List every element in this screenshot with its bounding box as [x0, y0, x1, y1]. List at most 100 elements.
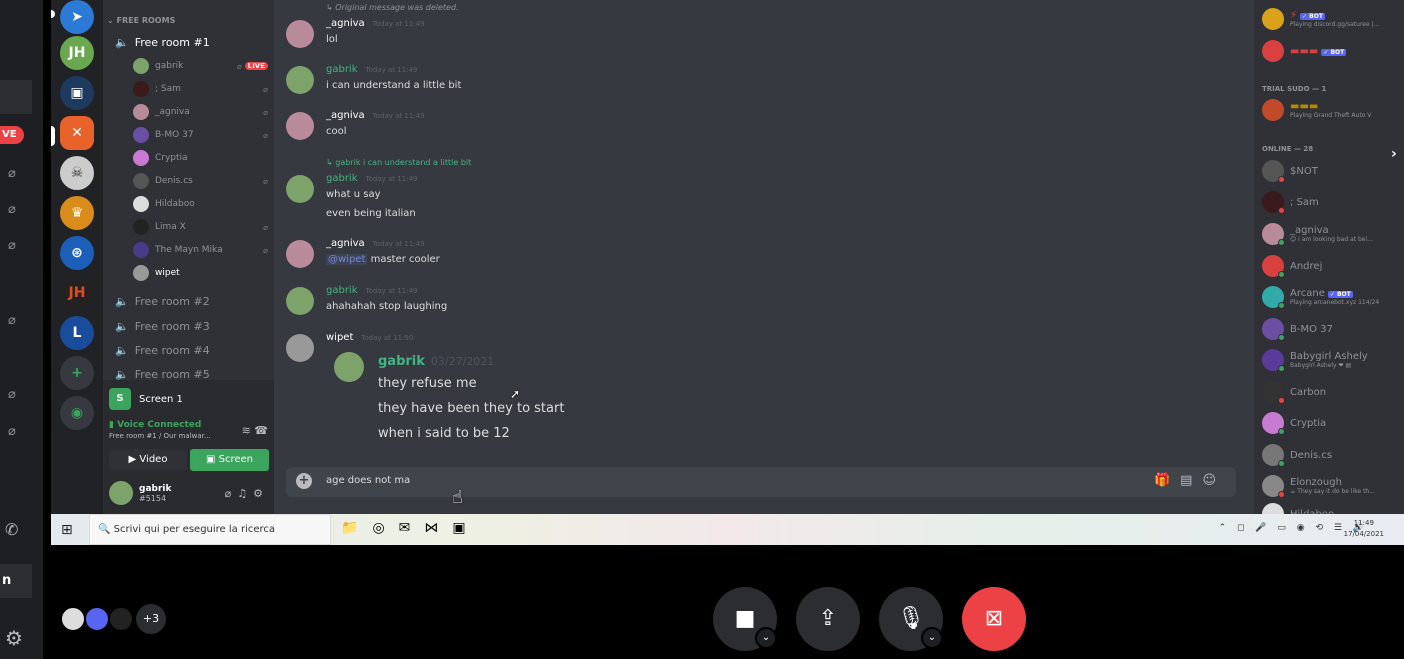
- server-pill-active: [51, 126, 55, 146]
- avatar: [1262, 381, 1285, 404]
- gear-icon[interactable]: ⚙: [5, 626, 23, 650]
- voice-user[interactable]: Lima X ⌀: [133, 218, 268, 236]
- more-participants[interactable]: +3: [136, 604, 166, 634]
- member-item[interactable]: Babygirl Ashely Babygirl Ashely ❤ ▤: [1262, 349, 1402, 372]
- add-attachment-icon[interactable]: +: [296, 473, 312, 489]
- member-item[interactable]: $NOT: [1262, 160, 1402, 183]
- member-item[interactable]: Andrej: [1262, 255, 1402, 278]
- gif-icon[interactable]: ▤: [1180, 473, 1202, 488]
- avatar[interactable]: [286, 66, 314, 94]
- author-name[interactable]: gabrik: [326, 285, 358, 296]
- member-item[interactable]: Carbon: [1262, 381, 1402, 404]
- server-icon[interactable]: L: [60, 316, 94, 350]
- server-icon[interactable]: JH: [60, 276, 94, 310]
- message-input[interactable]: + age does not ma 🎁▤☺: [286, 467, 1236, 497]
- user-mention[interactable]: @wipet: [326, 254, 368, 265]
- chevron-down-icon[interactable]: ⌄: [755, 627, 777, 649]
- chrome-icon[interactable]: ◎: [372, 520, 398, 536]
- chevron-down-icon[interactable]: ⌄: [921, 627, 943, 649]
- author-name[interactable]: gabrik: [326, 173, 358, 184]
- voice-user[interactable]: Denis.cs ⌀: [133, 172, 268, 190]
- message-input-text[interactable]: age does not ma: [326, 475, 410, 486]
- call-participants[interactable]: +3: [60, 604, 166, 634]
- app-icon[interactable]: ▣: [452, 520, 479, 536]
- server-icon[interactable]: ⊛: [60, 236, 94, 270]
- reply-preview[interactable]: ↳ gabrik i can understand a little bit: [326, 158, 471, 167]
- chevron-right-icon[interactable]: ›: [1391, 146, 1397, 162]
- disconnect-icon[interactable]: ☎: [254, 424, 268, 437]
- screen-button[interactable]: ▣ Screen: [190, 449, 269, 471]
- voice-controls[interactable]: ≋ ☎: [242, 424, 268, 437]
- embed-text: they refuse me: [378, 376, 477, 391]
- avatar[interactable]: [286, 112, 314, 140]
- screen-share-preview[interactable]: S Screen 1: [109, 388, 183, 410]
- voice-user[interactable]: ; Sam ⌀: [133, 80, 268, 98]
- voice-user[interactable]: gabrik ⌀ LIVE: [133, 57, 268, 75]
- member-item[interactable]: Elonzough ☕ They say it do be like th...: [1262, 475, 1402, 498]
- share-screen-button[interactable]: ⇪: [796, 587, 860, 651]
- taskbar-clock[interactable]: 11:49 17/04/2021: [1344, 518, 1384, 540]
- avatar[interactable]: [286, 175, 314, 203]
- explore-icon[interactable]: ◉: [60, 396, 94, 430]
- add-server-icon[interactable]: +: [60, 356, 94, 390]
- server-icon[interactable]: ✕: [60, 116, 94, 150]
- server-icon[interactable]: ☠: [60, 156, 94, 190]
- member-item[interactable]: ▬▬▬ ✓ BOT: [1262, 40, 1402, 62]
- gear-icon[interactable]: ⚙: [253, 487, 269, 500]
- sidebar-selected-item[interactable]: n: [0, 564, 32, 598]
- mic-icon[interactable]: ⌀: [225, 487, 238, 500]
- voice-user[interactable]: B-MO 37 ⌀: [133, 126, 268, 144]
- author-name[interactable]: _agniva: [326, 18, 365, 29]
- avatar[interactable]: [286, 20, 314, 48]
- mail-icon[interactable]: ✉: [399, 520, 425, 536]
- windows-start-icon[interactable]: ⊞: [61, 522, 73, 538]
- visual-studio-icon[interactable]: ⋈: [424, 520, 452, 536]
- emoji-icon[interactable]: ☺: [1202, 473, 1226, 488]
- author-name[interactable]: gabrik: [326, 64, 358, 75]
- server-icon[interactable]: ▣: [60, 76, 94, 110]
- sidebar-tile[interactable]: [0, 80, 32, 114]
- avatar: [133, 173, 149, 189]
- user-controls[interactable]: ⌀♫⚙: [225, 487, 269, 500]
- member-item[interactable]: Arcane ✓ BOT Playing arcanebot.xyz 114/24: [1262, 286, 1402, 309]
- voice-user[interactable]: Hildaboo: [133, 195, 268, 213]
- voice-channel[interactable]: 🔈 Free room #1: [115, 36, 210, 49]
- gift-icon[interactable]: 🎁: [1154, 473, 1180, 488]
- member-item[interactable]: ⚡ ✓ BOT Playing discord.gg/saturee |...: [1262, 8, 1402, 30]
- voice-user[interactable]: wipet: [133, 264, 268, 282]
- member-item[interactable]: _agniva 😊 i am looking bad at bei...: [1262, 223, 1402, 246]
- channel-category[interactable]: ⌄ FREE ROOMS: [107, 16, 175, 25]
- author-name[interactable]: _agniva: [326, 238, 365, 249]
- avatar: [1262, 444, 1285, 467]
- voice-channel[interactable]: 🔈 Free room #4: [115, 344, 210, 357]
- voice-user[interactable]: The Mayn Mika ⌀: [133, 241, 268, 259]
- member-item[interactable]: ; Sam: [1262, 191, 1402, 214]
- voice-channel[interactable]: 🔈 Free room #2: [115, 295, 210, 308]
- avatar: [1262, 99, 1284, 121]
- member-item[interactable]: Cryptia: [1262, 412, 1402, 435]
- author-name[interactable]: wipet: [326, 332, 353, 343]
- server-icon[interactable]: ♛: [60, 196, 94, 230]
- avatar[interactable]: [286, 240, 314, 268]
- avatar[interactable]: [109, 481, 133, 505]
- voice-channel[interactable]: 🔈 Free room #3: [115, 320, 210, 333]
- folder-icon[interactable]: 📁: [341, 520, 372, 536]
- member-item[interactable]: B-MO 37: [1262, 318, 1402, 341]
- avatar[interactable]: [286, 287, 314, 315]
- headphones-icon[interactable]: ♫: [237, 487, 253, 500]
- member-item[interactable]: Denis.cs: [1262, 444, 1402, 467]
- avatar: [1262, 412, 1285, 435]
- taskbar-search[interactable]: 🔍 Scrivi qui per eseguire la ricerca: [89, 514, 331, 545]
- voice-user[interactable]: _agniva ⌀: [133, 103, 268, 121]
- voice-user[interactable]: Cryptia: [133, 149, 268, 167]
- noise-icon[interactable]: ≋: [242, 424, 251, 437]
- leave-call-icon[interactable]: ✆: [5, 520, 18, 539]
- timestamp: Today at 11:49: [372, 112, 425, 120]
- server-icon[interactable]: JH: [60, 36, 94, 70]
- video-button[interactable]: ▶ Video: [109, 449, 187, 471]
- author-name[interactable]: _agniva: [326, 110, 365, 121]
- stop-sharing-button[interactable]: ⊠: [962, 587, 1026, 651]
- server-icon[interactable]: ➤: [60, 0, 94, 34]
- avatar[interactable]: [286, 334, 314, 362]
- member-item[interactable]: ▬▬▬ Playing Grand Theft Auto V: [1262, 99, 1402, 121]
